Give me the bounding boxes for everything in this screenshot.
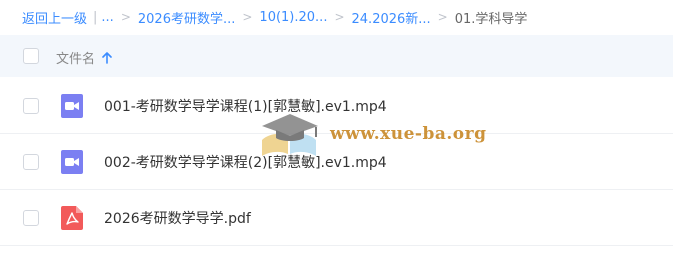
arrow-up-icon[interactable] [102,51,112,64]
back-link[interactable]: 返回上一级 [22,8,87,27]
file-row[interactable]: 2026考研数学导学.pdf [0,190,673,246]
row-checkbox[interactable] [23,210,39,226]
breadcrumb-item-2[interactable]: 10(1).20... [259,10,327,25]
breadcrumb-ellipsis[interactable]: ... [101,10,113,25]
file-name[interactable]: 001-考研数学导学课程(1)[郭慧敏].ev1.mp4 [104,96,387,116]
breadcrumb-current: 01.学科导学 [454,11,528,27]
chevron-right-icon: > [242,10,253,24]
file-name[interactable]: 002-考研数学导学课程(2)[郭慧敏].ev1.mp4 [104,152,387,172]
chevron-right-icon: > [437,10,448,24]
row-checkbox[interactable] [23,154,39,170]
video-file-icon [61,150,83,174]
file-row[interactable]: 002-考研数学导学课程(2)[郭慧敏].ev1.mp4 [0,134,673,190]
file-row[interactable]: 001-考研数学导学课程(1)[郭慧敏].ev1.mp4 [0,78,673,134]
breadcrumb: 返回上一级 | ... > 2026考研数学... > 10(1).20... … [0,0,673,34]
name-column-label: 文件名 [56,52,96,67]
video-file-icon [61,94,83,118]
name-column-header[interactable]: 文件名 [56,48,112,67]
chevron-right-icon: > [120,10,131,24]
pdf-file-icon [61,206,83,230]
file-list-header: 文件名 [0,35,673,77]
chevron-right-icon: > [334,10,345,24]
select-all-checkbox[interactable] [23,48,39,64]
breadcrumb-divider: | [93,9,98,25]
breadcrumb-item-1[interactable]: 2026考研数学... [138,8,235,27]
row-checkbox[interactable] [23,98,39,114]
breadcrumb-item-3[interactable]: 24.2026新... [352,8,431,27]
file-name[interactable]: 2026考研数学导学.pdf [104,208,251,228]
